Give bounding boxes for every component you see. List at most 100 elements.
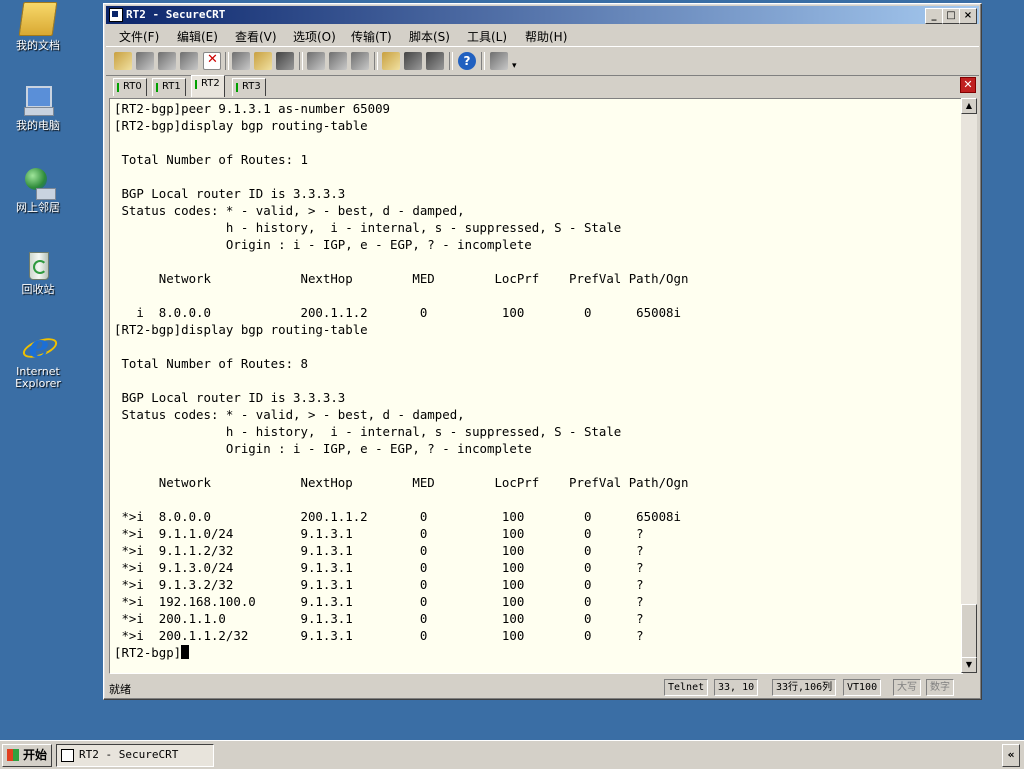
- desktop-icon-label: Internet Explorer: [15, 365, 61, 390]
- toolbar-separator: [225, 52, 229, 70]
- vertical-scrollbar[interactable]: ▲ ▼: [961, 98, 977, 673]
- terminal-cursor: [181, 645, 190, 659]
- securecrt-task-icon: [61, 749, 74, 762]
- menu-transfer[interactable]: 传输(T): [351, 28, 392, 45]
- status-bar: 就绪 Telnet 33, 10 33行,106列 VT100 大写 数字: [106, 677, 979, 697]
- menu-edit[interactable]: 编辑(E): [177, 28, 218, 45]
- maximize-button[interactable]: □: [942, 8, 960, 24]
- tray-expand-icon[interactable]: «: [1002, 744, 1020, 767]
- status-emulation: VT100: [843, 679, 882, 696]
- terminal-line: *>i 200.1.1.0 9.1.3.1 0 100 0 ?: [114, 611, 644, 626]
- recycle-bin-icon: [22, 248, 54, 280]
- menu-tools[interactable]: 工具(L): [467, 28, 507, 45]
- terminal-line: BGP Local router ID is 3.3.3.3: [114, 390, 346, 405]
- scrollbar-thumb[interactable]: [961, 604, 977, 659]
- status-cursor-position: 33, 10: [714, 679, 759, 696]
- title-bar[interactable]: RT2 - SecureCRT _ □ ×: [106, 6, 979, 24]
- paste-icon[interactable]: [254, 52, 272, 70]
- terminal-line: BGP Local router ID is 3.3.3.3: [114, 186, 346, 201]
- desktop-icon-label: 我的文档: [16, 39, 60, 52]
- quick-connect-icon[interactable]: [136, 52, 154, 70]
- close-tab-icon[interactable]: ✕: [960, 77, 976, 93]
- desktop-icon-my-documents[interactable]: 我的文档: [4, 2, 72, 52]
- terminal-line: Status codes: * - valid, > - best, d - d…: [114, 407, 465, 422]
- menu-bar: 文件(F) 编辑(E) 查看(V) 选项(O) 传输(T) 脚本(S) 工具(L…: [106, 25, 979, 45]
- session-options-icon[interactable]: [382, 52, 400, 70]
- menu-file[interactable]: 文件(F): [119, 28, 159, 45]
- terminal-line: [RT2-bgp]display bgp routing-table: [114, 322, 368, 337]
- session-tabs: RT0 RT1 RT2 RT3 ✕: [106, 75, 979, 97]
- status-protocol: Telnet: [664, 679, 709, 696]
- help-icon[interactable]: ?: [458, 52, 476, 70]
- sftp-icon[interactable]: [490, 52, 508, 70]
- network-places-icon: [22, 166, 56, 200]
- desktop-icon-recycle-bin[interactable]: 回收站: [4, 248, 72, 296]
- menu-help[interactable]: 帮助(H): [525, 28, 567, 45]
- toolbar-separator: [374, 52, 378, 70]
- desktop-icon-internet-explorer[interactable]: e Internet Explorer: [4, 330, 72, 390]
- my-documents-icon: [18, 2, 58, 36]
- window-title: RT2 - SecureCRT: [126, 8, 226, 21]
- terminal-line: *>i 200.1.1.2/32 9.1.3.1 0 100 0 ?: [114, 628, 644, 643]
- terminal-line: *>i 9.1.3.2/32 9.1.3.1 0 100 0 ?: [114, 577, 644, 592]
- terminal-line: Total Number of Routes: 1: [114, 152, 308, 167]
- taskbar-item-securecrt[interactable]: RT2 - SecureCRT: [56, 744, 214, 767]
- desktop-icon-network-places[interactable]: 网上邻居: [4, 166, 72, 214]
- tab-rt1[interactable]: RT1: [152, 78, 186, 96]
- menu-script[interactable]: 脚本(S): [409, 28, 450, 45]
- toolbar-overflow-icon[interactable]: ▾: [512, 61, 517, 71]
- terminal-line: Network NextHop MED LocPrf PrefVal Path/…: [114, 475, 689, 490]
- terminal-line: [RT2-bgp]peer 9.1.3.1 as-number 65009: [114, 101, 391, 116]
- terminal-line: Status codes: * - valid, > - best, d - d…: [114, 203, 465, 218]
- copy-icon[interactable]: [232, 52, 250, 70]
- terminal-line: i 8.0.0.0 200.1.1.2 0 100 0 65008i: [114, 305, 681, 320]
- toolbar-separator: [299, 52, 303, 70]
- terminal-line: Origin : i - IGP, e - EGP, ? - incomplet…: [114, 237, 532, 252]
- desktop-icon-my-computer[interactable]: 我的电脑: [4, 84, 72, 132]
- scroll-up-icon[interactable]: ▲: [961, 98, 977, 114]
- print-selection-icon[interactable]: [329, 52, 347, 70]
- windows-flag-icon: [7, 749, 19, 761]
- close-button[interactable]: ×: [959, 8, 977, 24]
- terminal-line: Network NextHop MED LocPrf PrefVal Path/…: [114, 271, 689, 286]
- securecrt-window: RT2 - SecureCRT _ □ × 文件(F) 编辑(E) 查看(V) …: [103, 3, 982, 700]
- toolbar-separator: [449, 52, 453, 70]
- connect-tab-icon[interactable]: [158, 52, 176, 70]
- terminal-line: h - history, i - internal, s - suppresse…: [114, 424, 622, 439]
- printer-setup-icon[interactable]: [351, 52, 369, 70]
- tab-rt2[interactable]: RT2: [191, 75, 225, 97]
- global-options-icon[interactable]: [404, 52, 422, 70]
- toolbar: ? ▾: [106, 46, 979, 76]
- reconnect-icon[interactable]: [180, 52, 198, 70]
- keymap-icon[interactable]: [426, 52, 444, 70]
- terminal-output: [RT2-bgp]peer 9.1.3.1 as-number 65009 [R…: [110, 99, 962, 661]
- status-ready: 就绪: [109, 683, 131, 696]
- scroll-down-icon[interactable]: ▼: [961, 657, 977, 673]
- menu-options[interactable]: 选项(O): [293, 28, 336, 45]
- find-icon[interactable]: [276, 52, 294, 70]
- menu-view[interactable]: 查看(V): [235, 28, 277, 45]
- terminal-prompt: [RT2-bgp]: [114, 645, 182, 660]
- terminal-line: h - history, i - internal, s - suppresse…: [114, 220, 622, 235]
- toolbar-separator: [481, 52, 485, 70]
- desktop-icon-label: 回收站: [21, 283, 55, 296]
- terminal-screen[interactable]: [RT2-bgp]peer 9.1.3.1 as-number 65009 [R…: [109, 98, 963, 674]
- terminal-line: [RT2-bgp]display bgp routing-table: [114, 118, 368, 133]
- securecrt-app-icon[interactable]: [109, 8, 123, 22]
- terminal-line: *>i 9.1.1.2/32 9.1.3.1 0 100 0 ?: [114, 543, 644, 558]
- status-size: 33行,106列: [772, 679, 837, 696]
- terminal-line: *>i 9.1.3.0/24 9.1.3.1 0 100 0 ?: [114, 560, 644, 575]
- terminal-line: Total Number of Routes: 8: [114, 356, 308, 371]
- connect-icon[interactable]: [114, 52, 132, 70]
- print-icon[interactable]: [307, 52, 325, 70]
- terminal-line: *>i 192.168.100.0 9.1.3.1 0 100 0 ?: [114, 594, 644, 609]
- terminal-line: *>i 9.1.1.0/24 9.1.3.1 0 100 0 ?: [114, 526, 644, 541]
- disconnect-icon[interactable]: [203, 52, 221, 70]
- terminal-line: *>i 8.0.0.0 200.1.1.2 0 100 0 65008i: [114, 509, 681, 524]
- minimize-button[interactable]: _: [925, 8, 943, 24]
- internet-explorer-icon: e: [20, 330, 60, 362]
- desktop-icon-label: 网上邻居: [16, 201, 60, 214]
- start-button[interactable]: 开始: [2, 744, 52, 767]
- tab-rt0[interactable]: RT0: [113, 78, 147, 96]
- tab-rt3[interactable]: RT3: [232, 78, 266, 96]
